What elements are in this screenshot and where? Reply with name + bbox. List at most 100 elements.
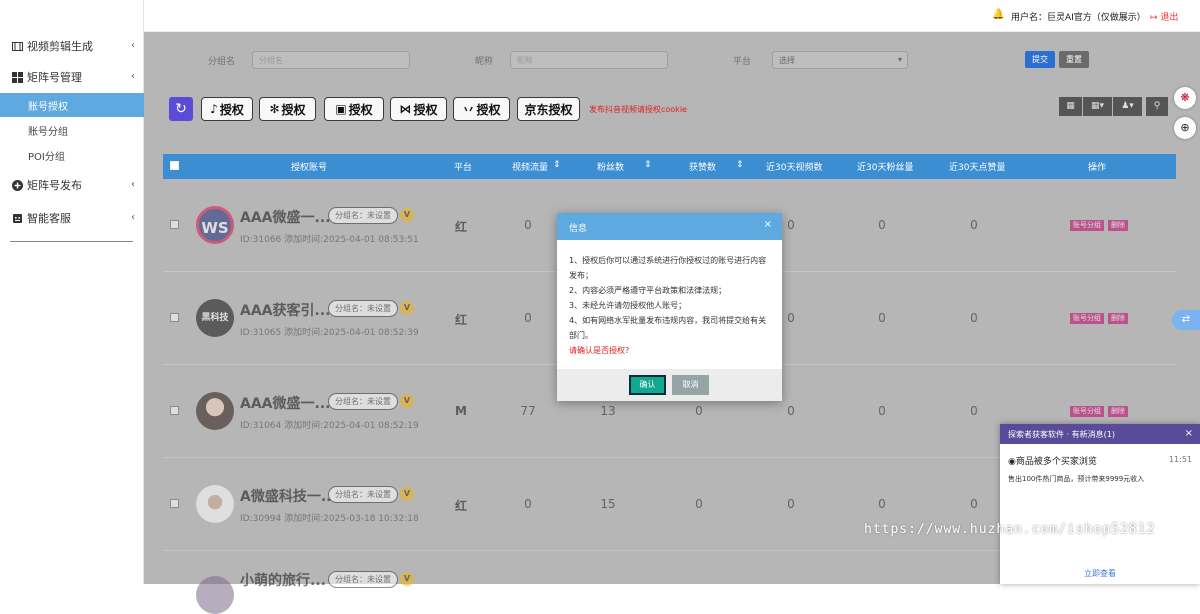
likes-cell: 0	[695, 404, 703, 418]
list-view-button[interactable]: ▦	[1059, 97, 1082, 116]
notification-header-text: 探索者获客软件 · 有新消息(1)	[1008, 430, 1115, 439]
account-name: AAA获客引...	[240, 303, 331, 319]
col-l30[interactable]: 近30天点赞量	[949, 160, 1005, 173]
kuaishou-icon: ✻	[269, 102, 280, 116]
bell-icon[interactable]: 🔔	[992, 9, 1004, 20]
cancel-button[interactable]: 取消	[672, 375, 709, 395]
account-name: A微盛科技一...	[240, 489, 337, 505]
view-now-link[interactable]: 立即查看	[1000, 568, 1200, 579]
butterfly-icon: ⋈	[399, 102, 412, 116]
grid-icon: ▦▾	[1090, 101, 1105, 111]
account-meta: ID:31065 添加时间:2025-04-01 08:52:39	[240, 328, 419, 338]
nickname-filter-label: 昵称	[475, 57, 494, 67]
bilibili-auth-button[interactable]: ▣ 授权	[324, 97, 384, 121]
avatar	[196, 392, 234, 430]
xiaohongshu-icon: 红	[455, 313, 468, 327]
col-v30[interactable]: 近30天视频数	[766, 160, 822, 173]
top-bar: 🔔 用户名：巨灵AI官方（仅做展示） ↦ 退出	[144, 0, 1200, 32]
sort-icon[interactable]: ⇕	[553, 160, 561, 170]
col-fans[interactable]: 粉丝数	[597, 160, 624, 173]
film-icon	[12, 41, 23, 52]
col-account[interactable]: 授权账号	[291, 160, 327, 173]
nav-matrix-mgmt[interactable]: 矩阵号管理 ‹	[0, 64, 144, 90]
group-badge: 分组名：未设置	[328, 571, 398, 588]
auth-label: 授权	[219, 102, 244, 117]
group-badge: 分组名：未设置	[328, 207, 398, 224]
reset-button[interactable]: 重置	[1059, 51, 1089, 68]
delete-button[interactable]: 删除	[1108, 220, 1128, 231]
close-icon[interactable]: ×	[764, 219, 772, 230]
translate-icon[interactable]: ⊕	[1174, 117, 1196, 139]
sort-icon[interactable]: ⇕	[644, 160, 652, 170]
close-icon[interactable]: ×	[1185, 428, 1193, 439]
eye-icon: ◉	[1008, 457, 1016, 467]
account-meta: ID:30994 添加时间:2025-03-18 10:32:18	[240, 514, 419, 524]
avatar	[196, 576, 234, 614]
refresh-button[interactable]: ↻	[169, 97, 193, 121]
watermark: https://www.huzhan.com/ishop52812	[864, 522, 1156, 537]
sidebar-item-poi-group[interactable]: POI分组	[0, 143, 144, 167]
col-f30[interactable]: 近30天粉丝量	[857, 160, 913, 173]
delete-button[interactable]: 删除	[1108, 313, 1128, 324]
views-cell: 0	[524, 218, 532, 232]
submit-button[interactable]: 提交	[1025, 51, 1055, 68]
avatar: 黑科技	[196, 299, 234, 337]
group-filter-input[interactable]: 分组名	[252, 51, 410, 69]
chevron-down-icon: ▾	[897, 55, 902, 64]
sidebar-divider	[10, 241, 133, 242]
chevron-left-icon: ‹	[131, 179, 135, 190]
l30-cell: 0	[970, 311, 978, 325]
notification-title-text: 商品被多个买家浏览	[1015, 457, 1097, 467]
sidebar-item-account-group[interactable]: 账号分组	[0, 118, 144, 142]
jd-auth-button[interactable]: 京东授权	[517, 97, 580, 121]
account-group-button[interactable]: 账号分组	[1070, 313, 1104, 324]
l30-cell: 0	[970, 218, 978, 232]
nav-matrix-publish[interactable]: 矩阵号发布 ‹	[0, 172, 144, 198]
user-icon: ♟▾	[1121, 101, 1134, 111]
video-account-auth-button[interactable]: ⋈ 授权	[390, 97, 447, 121]
l30-cell: 0	[970, 497, 978, 511]
account-meta: ID:31066 添加时间:2025-04-01 08:53:51	[240, 235, 419, 245]
app-logo-icon[interactable]: ❋	[1174, 87, 1196, 109]
list-icon: ▦	[1066, 101, 1075, 111]
verified-badge: V	[400, 394, 414, 408]
grid-view-button[interactable]: ▦▾	[1083, 97, 1112, 116]
col-likes[interactable]: 获赞数	[689, 160, 716, 173]
views-cell: 77	[520, 404, 536, 418]
delete-button[interactable]: 删除	[1108, 406, 1128, 417]
robot-icon	[12, 213, 23, 224]
translate-side-icon[interactable]: ⇄	[1172, 310, 1200, 330]
views-cell: 0	[524, 497, 532, 511]
row-checkbox[interactable]	[170, 406, 179, 415]
kuaishou-auth-button[interactable]: ✻ 授权	[259, 97, 316, 121]
col-views[interactable]: 视频流量	[512, 160, 548, 173]
columns-button[interactable]: ♟▾	[1113, 97, 1142, 116]
logout-button[interactable]: ↦ 退出	[1150, 10, 1178, 23]
f30-cell: 0	[878, 218, 886, 232]
confirm-button[interactable]: 确认	[629, 375, 666, 395]
account-group-button[interactable]: 账号分组	[1070, 220, 1104, 231]
notification-header: 探索者获客软件 · 有新消息(1) ×	[1000, 424, 1200, 444]
group-badge: 分组名：未设置	[328, 486, 398, 503]
nav-smart-service[interactable]: 智能客服 ‹	[0, 205, 144, 231]
col-platform[interactable]: 平台	[454, 160, 472, 173]
nickname-filter-input[interactable]: 昵称	[510, 51, 668, 69]
nav-video-gen[interactable]: 视频剪辑生成 ‹	[0, 33, 144, 59]
xiaohongshu-auth-button[interactable]: 丷授权	[453, 97, 510, 121]
douyin-auth-button[interactable]: ♪ 授权	[201, 97, 253, 121]
sort-icon[interactable]: ⇕	[736, 160, 744, 170]
nav-smart-service-label: 智能客服	[27, 212, 71, 225]
chevron-left-icon: ‹	[131, 71, 135, 82]
row-checkbox[interactable]	[170, 220, 179, 229]
search-icon: ⚲	[1153, 101, 1161, 111]
account-group-button[interactable]: 账号分组	[1070, 406, 1104, 417]
platform-select[interactable]: 选择 ▾	[772, 51, 908, 69]
select-all-checkbox[interactable]	[170, 161, 179, 170]
f30-cell: 0	[878, 497, 886, 511]
sidebar: 视频剪辑生成 ‹ 矩阵号管理 ‹ 账号授权 账号分组 POI分组 矩阵号发布 ‹…	[0, 0, 144, 584]
sidebar-item-account-auth[interactable]: 账号授权	[0, 93, 144, 117]
row-checkbox[interactable]	[170, 499, 179, 508]
search-button[interactable]: ⚲	[1146, 97, 1168, 116]
account-meta: ID:31064 添加时间:2025-04-01 08:52:19	[240, 421, 419, 431]
row-checkbox[interactable]	[170, 313, 179, 322]
